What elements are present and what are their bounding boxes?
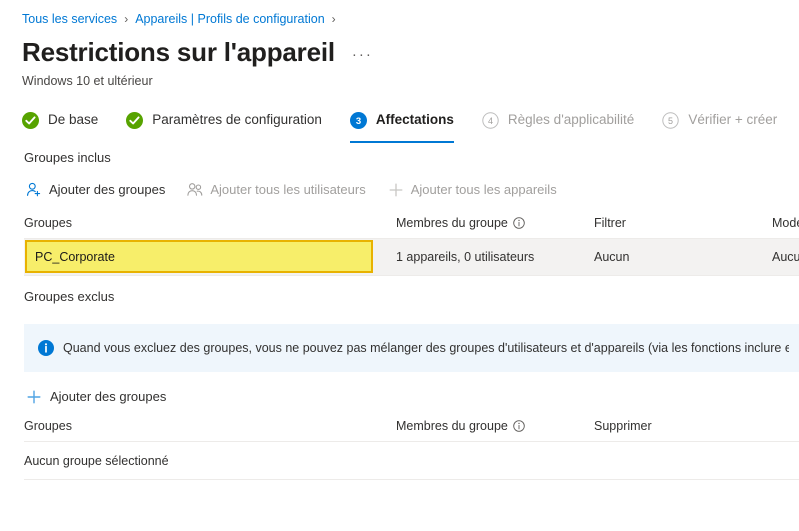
info-banner-wrapper: Quand vous excluez des groupes, vous ne … bbox=[0, 306, 799, 372]
add-all-devices-button[interactable]: Ajouter tous les appareils bbox=[388, 181, 557, 199]
tab-affectations[interactable]: 3 Affectations bbox=[349, 107, 454, 143]
table-header-row: Groupes Membres du groupe Filtrer Mode F… bbox=[24, 213, 799, 239]
svg-text:3: 3 bbox=[356, 116, 361, 127]
info-banner: Quand vous excluez des groupes, vous ne … bbox=[24, 324, 799, 372]
svg-text:5: 5 bbox=[668, 116, 673, 126]
info-circle-icon[interactable] bbox=[513, 216, 525, 229]
page-subtitle: Windows 10 et ultérieur bbox=[22, 74, 153, 88]
excluded-groups-table: Groupes Membres du groupe Supprimer Aucu… bbox=[0, 416, 799, 480]
tab-label: Règles d'applicabilité bbox=[507, 112, 635, 127]
empty-state-text: Aucun groupe sélectionné bbox=[24, 453, 169, 468]
check-circle-icon bbox=[22, 111, 39, 129]
info-banner-text: Quand vous excluez des groupes, vous ne … bbox=[63, 340, 789, 355]
plus-icon bbox=[26, 389, 42, 405]
tab-label: Paramètres de configuration bbox=[152, 112, 322, 127]
cell-mode-filtre: Aucun bbox=[772, 250, 799, 264]
column-header-membres-du-groupe[interactable]: Membres du groupe bbox=[396, 419, 594, 433]
column-header-membres-du-groupe[interactable]: Membres du groupe bbox=[396, 216, 594, 230]
breadcrumb: Tous les services › Appareils | Profils … bbox=[0, 0, 799, 28]
check-circle-icon bbox=[126, 111, 144, 129]
table-row[interactable]: PC_Corporate 1 appareils, 0 utilisateurs… bbox=[24, 239, 799, 275]
page-header: Restrictions sur l'appareil ··· bbox=[0, 28, 799, 70]
breadcrumb-item-all-services[interactable]: Tous les services bbox=[22, 11, 117, 27]
tab-label: Affectations bbox=[375, 112, 454, 127]
svg-text:4: 4 bbox=[488, 116, 493, 126]
tab-label: Vérifier + créer bbox=[688, 112, 778, 127]
command-label: Ajouter tous les appareils bbox=[410, 182, 557, 197]
table-header-row: Groupes Membres du groupe Supprimer bbox=[24, 416, 799, 442]
info-circle-icon bbox=[38, 340, 54, 356]
excluded-groups-section-label: Groupes exclus bbox=[24, 289, 115, 304]
people-icon bbox=[187, 182, 203, 198]
add-all-users-button[interactable]: Ajouter tous les utilisateurs bbox=[187, 181, 366, 199]
column-header-mode-filtre[interactable]: Mode Filt bbox=[772, 216, 799, 230]
page-title: Restrictions sur l'appareil bbox=[22, 37, 335, 67]
cell-groupes: PC_Corporate bbox=[24, 239, 396, 275]
tab-verifier-creer[interactable]: 5 Vérifier + créer bbox=[662, 107, 777, 143]
column-header-filtrer[interactable]: Filtrer bbox=[594, 216, 772, 230]
column-header-supprimer[interactable]: Supprimer bbox=[594, 419, 754, 433]
tab-label: De base bbox=[48, 112, 99, 127]
highlighted-group-name[interactable]: PC_Corporate bbox=[25, 240, 373, 273]
step-number-circle-icon: 4 bbox=[482, 111, 499, 129]
tab-regles-d-applicabilite[interactable]: 4 Règles d'applicabilité bbox=[482, 107, 634, 143]
breadcrumb-item-devices-profiles[interactable]: Appareils | Profils de configuration bbox=[135, 11, 324, 27]
command-label: Ajouter tous les utilisateurs bbox=[210, 182, 366, 197]
wizard-steps: De base Paramètres de configuration 3 Af… bbox=[0, 89, 799, 143]
command-label: Ajouter des groupes bbox=[50, 389, 167, 404]
excluded-groups-empty-row: Aucun groupe sélectionné bbox=[24, 442, 799, 480]
add-groups-excluded-button[interactable]: Ajouter des groupes bbox=[26, 388, 166, 406]
command-label: Ajouter des groupes bbox=[49, 182, 166, 197]
included-groups-command-bar: Ajouter des groupes Ajouter tous les uti… bbox=[0, 167, 799, 203]
person-add-icon bbox=[26, 182, 42, 198]
more-options-button[interactable]: ··· bbox=[349, 40, 376, 70]
tab-de-base[interactable]: De base bbox=[22, 107, 98, 143]
add-groups-button[interactable]: Ajouter des groupes bbox=[26, 181, 165, 199]
breadcrumb-separator-icon: › bbox=[331, 12, 336, 26]
column-header-groupes[interactable]: Groupes bbox=[24, 216, 396, 230]
breadcrumb-separator-icon: › bbox=[124, 12, 129, 26]
cell-filtrer: Aucun bbox=[594, 250, 630, 264]
step-number-circle-icon: 5 bbox=[662, 111, 680, 129]
tab-parametres-de-configuration[interactable]: Paramètres de configuration bbox=[126, 107, 322, 143]
step-number-badge-icon: 3 bbox=[349, 111, 367, 129]
plus-icon bbox=[388, 182, 404, 198]
info-circle-icon[interactable] bbox=[513, 419, 525, 432]
excluded-groups-command-bar: Ajouter des groupes bbox=[0, 372, 799, 406]
column-header-groupes[interactable]: Groupes bbox=[24, 419, 396, 433]
cell-membres-du-groupe: 1 appareils, 0 utilisateurs bbox=[396, 250, 535, 264]
included-groups-table: Groupes Membres du groupe Filtrer Mode F… bbox=[0, 213, 799, 276]
